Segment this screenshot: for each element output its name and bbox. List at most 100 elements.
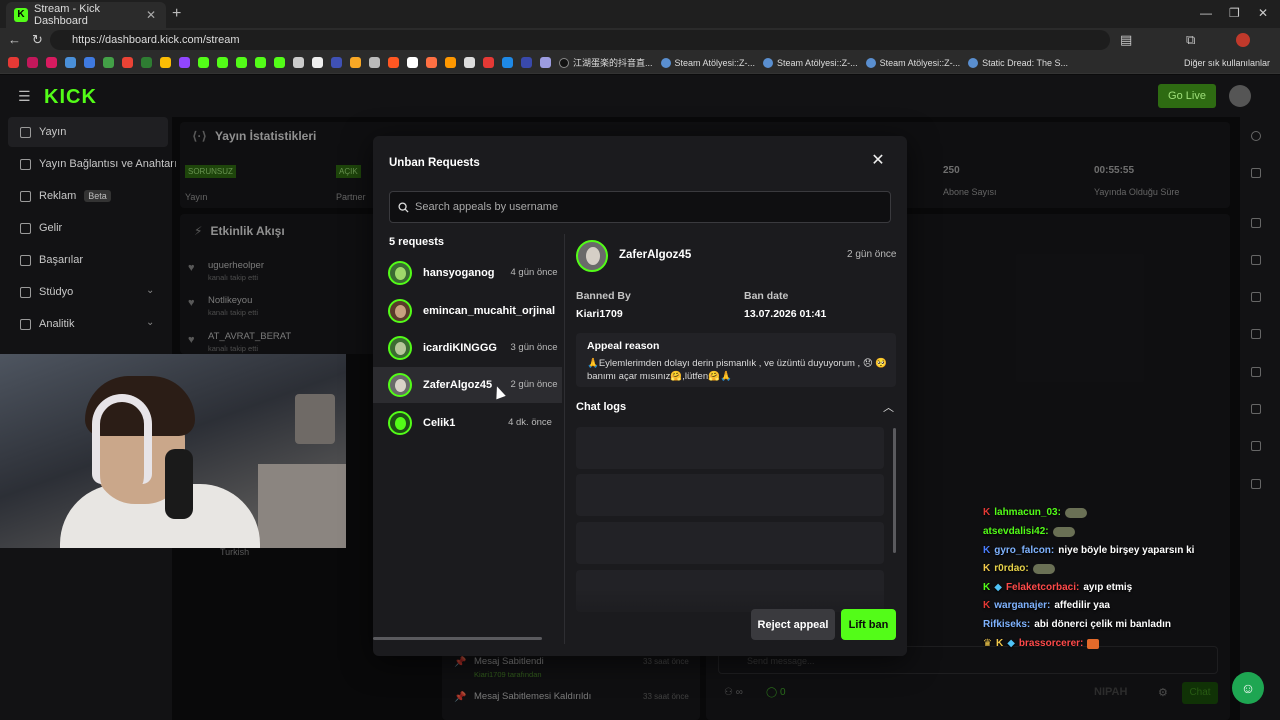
reject-appeal-button[interactable]: Reject appeal xyxy=(751,609,835,640)
sidebar-item-gelir[interactable]: Gelir xyxy=(20,222,62,234)
puzzle-icon[interactable] xyxy=(1251,479,1261,489)
banned-by-label: Banned By xyxy=(576,290,631,302)
tab-close-icon[interactable]: ✕ xyxy=(146,8,160,22)
gem-badge-icon: ◆ xyxy=(1007,638,1015,649)
list-icon[interactable] xyxy=(1251,292,1261,302)
other-bookmarks[interactable]: Diğer sık kullanılanlar xyxy=(1184,58,1270,68)
avatar-face xyxy=(395,417,406,430)
bookmark-icon[interactable] xyxy=(388,57,399,68)
bookmark-item[interactable]: Steam Atölyesi::Z-... xyxy=(865,57,960,68)
bookmark-icon[interactable] xyxy=(122,57,133,68)
bookmark-item[interactable]: Steam Atölyesi::Z-... xyxy=(660,57,755,68)
bookmark-icon[interactable] xyxy=(103,57,114,68)
bookmark-item[interactable]: Steam Atölyesi::Z-... xyxy=(763,57,858,68)
kick-badge-icon: K xyxy=(983,582,991,593)
chevron-down-icon[interactable]: ⌄ xyxy=(146,317,154,328)
bookmark-icon[interactable] xyxy=(141,57,152,68)
bookmark-icon[interactable] xyxy=(27,57,38,68)
bookmark-icon[interactable] xyxy=(65,57,76,68)
bookmark-icon[interactable] xyxy=(179,57,190,68)
bookmark-item[interactable]: Static Dread: The S... xyxy=(968,57,1068,68)
bookmark-icon[interactable] xyxy=(407,57,418,68)
kick-logo[interactable]: KICK xyxy=(44,86,97,109)
bookmark-icon[interactable] xyxy=(540,57,551,68)
minimize-icon[interactable]: — xyxy=(1200,6,1212,20)
sidebar-item-basarilar[interactable]: Başarılar xyxy=(20,254,83,266)
list-scrollbar[interactable] xyxy=(373,637,542,640)
new-tab-icon[interactable]: + xyxy=(172,5,181,23)
browser-tab-bar xyxy=(0,0,1280,28)
bookmark-icon[interactable] xyxy=(331,57,342,68)
bookmark-icon[interactable] xyxy=(445,57,456,68)
dashboard-topbar xyxy=(0,75,1280,117)
bookmark-icon[interactable] xyxy=(521,57,532,68)
close-icon[interactable]: ✕ xyxy=(871,153,885,169)
sidebar-item-yayin[interactable]: Yayın xyxy=(20,126,66,138)
back-icon[interactable]: ← xyxy=(8,32,21,47)
avatar-face xyxy=(395,267,406,280)
bookmark-icon[interactable] xyxy=(160,57,171,68)
bookmark-icon[interactable] xyxy=(312,57,323,68)
request-item[interactable]: hansyoganog 4 gün önce xyxy=(373,255,562,291)
reload-icon[interactable]: ↻ xyxy=(32,32,43,48)
reader-icon[interactable]: ▤ xyxy=(1120,32,1132,48)
info-icon[interactable] xyxy=(1251,131,1261,141)
bookmark-icon[interactable] xyxy=(369,57,380,68)
bookmark-icon[interactable] xyxy=(217,57,228,68)
request-item-selected[interactable]: ZaferAlgoz45 2 gün önce xyxy=(373,367,562,403)
steam-icon xyxy=(865,57,876,68)
code-icon[interactable] xyxy=(1251,367,1261,377)
bookmark-icon[interactable] xyxy=(236,57,247,68)
sidebar-item-reklam[interactable]: Reklam Beta xyxy=(20,190,111,202)
url-field[interactable]: https://dashboard.kick.com/stream xyxy=(50,30,1110,50)
stack-icon[interactable] xyxy=(1251,404,1261,414)
menu-icon[interactable]: ☰ xyxy=(18,88,31,105)
chevron-down-icon[interactable]: ⌄ xyxy=(146,285,154,296)
sidebar-item-studyo[interactable]: Stüdyo xyxy=(20,286,73,298)
search-field[interactable] xyxy=(389,191,891,223)
request-item[interactable]: Celik1 4 dk. önce xyxy=(373,405,562,441)
kick-badge-icon: K xyxy=(983,600,991,611)
profile-avatar[interactable] xyxy=(1236,33,1250,47)
emote-icon xyxy=(1064,507,1087,518)
request-item[interactable]: emincan_mucahit_orjinal xyxy=(373,293,562,329)
bookmark-icon[interactable] xyxy=(483,57,494,68)
bookmark-item[interactable]: 江湖蛋楽的抖音直... xyxy=(559,56,653,69)
bookmark-icon[interactable] xyxy=(8,57,19,68)
bookmark-icon[interactable] xyxy=(464,57,475,68)
sidebar-item-stream-key[interactable]: Yayın Bağlantısı ve Anahtarı xyxy=(20,158,177,170)
chat-message: atsevdalisi42: xyxy=(983,526,1075,537)
bolt-icon[interactable] xyxy=(1251,255,1261,265)
bed-shape xyxy=(258,464,346,548)
sidebar-item-analitik[interactable]: Analitik xyxy=(20,318,74,330)
broadcast-icon xyxy=(20,126,31,138)
chat-logs-scrollbar[interactable] xyxy=(893,428,896,553)
bookmark-icon[interactable] xyxy=(84,57,95,68)
chat-message: ♛ K ◆ brassorcerer: xyxy=(983,638,1100,649)
keyboard-icon[interactable] xyxy=(1251,218,1261,228)
lift-ban-button[interactable]: Lift ban xyxy=(841,609,896,640)
bookmark-icon[interactable] xyxy=(198,57,209,68)
chat-icon[interactable] xyxy=(1251,329,1261,339)
request-item[interactable]: icardiKINGGG 3 gün önce xyxy=(373,330,562,366)
steam-icon xyxy=(763,57,774,68)
bookmark-icon[interactable] xyxy=(426,57,437,68)
wrench-icon[interactable] xyxy=(1251,441,1261,451)
avatar xyxy=(388,299,412,323)
bookmark-icon[interactable] xyxy=(350,57,361,68)
maximize-icon[interactable]: ❐ xyxy=(1229,6,1240,20)
go-live-button[interactable]: Go Live xyxy=(1158,84,1216,108)
help-chat-icon[interactable]: ☺ xyxy=(1232,672,1264,704)
avatar[interactable] xyxy=(1229,85,1251,107)
edit-icon[interactable] xyxy=(1251,168,1261,178)
chevron-up-icon[interactable]: ︿ xyxy=(883,399,894,415)
browser-tab[interactable]: K Stream - Kick Dashboard ✕ xyxy=(6,2,166,28)
window-close-icon[interactable]: ✕ xyxy=(1258,6,1268,20)
bookmark-icon[interactable] xyxy=(274,57,285,68)
search-input[interactable] xyxy=(415,201,885,213)
bookmark-icon[interactable] xyxy=(502,57,513,68)
bookmark-icon[interactable] xyxy=(255,57,266,68)
extensions-icon[interactable]: ⧉ xyxy=(1186,32,1195,48)
bookmark-icon[interactable] xyxy=(293,57,304,68)
bookmark-icon[interactable] xyxy=(46,57,57,68)
